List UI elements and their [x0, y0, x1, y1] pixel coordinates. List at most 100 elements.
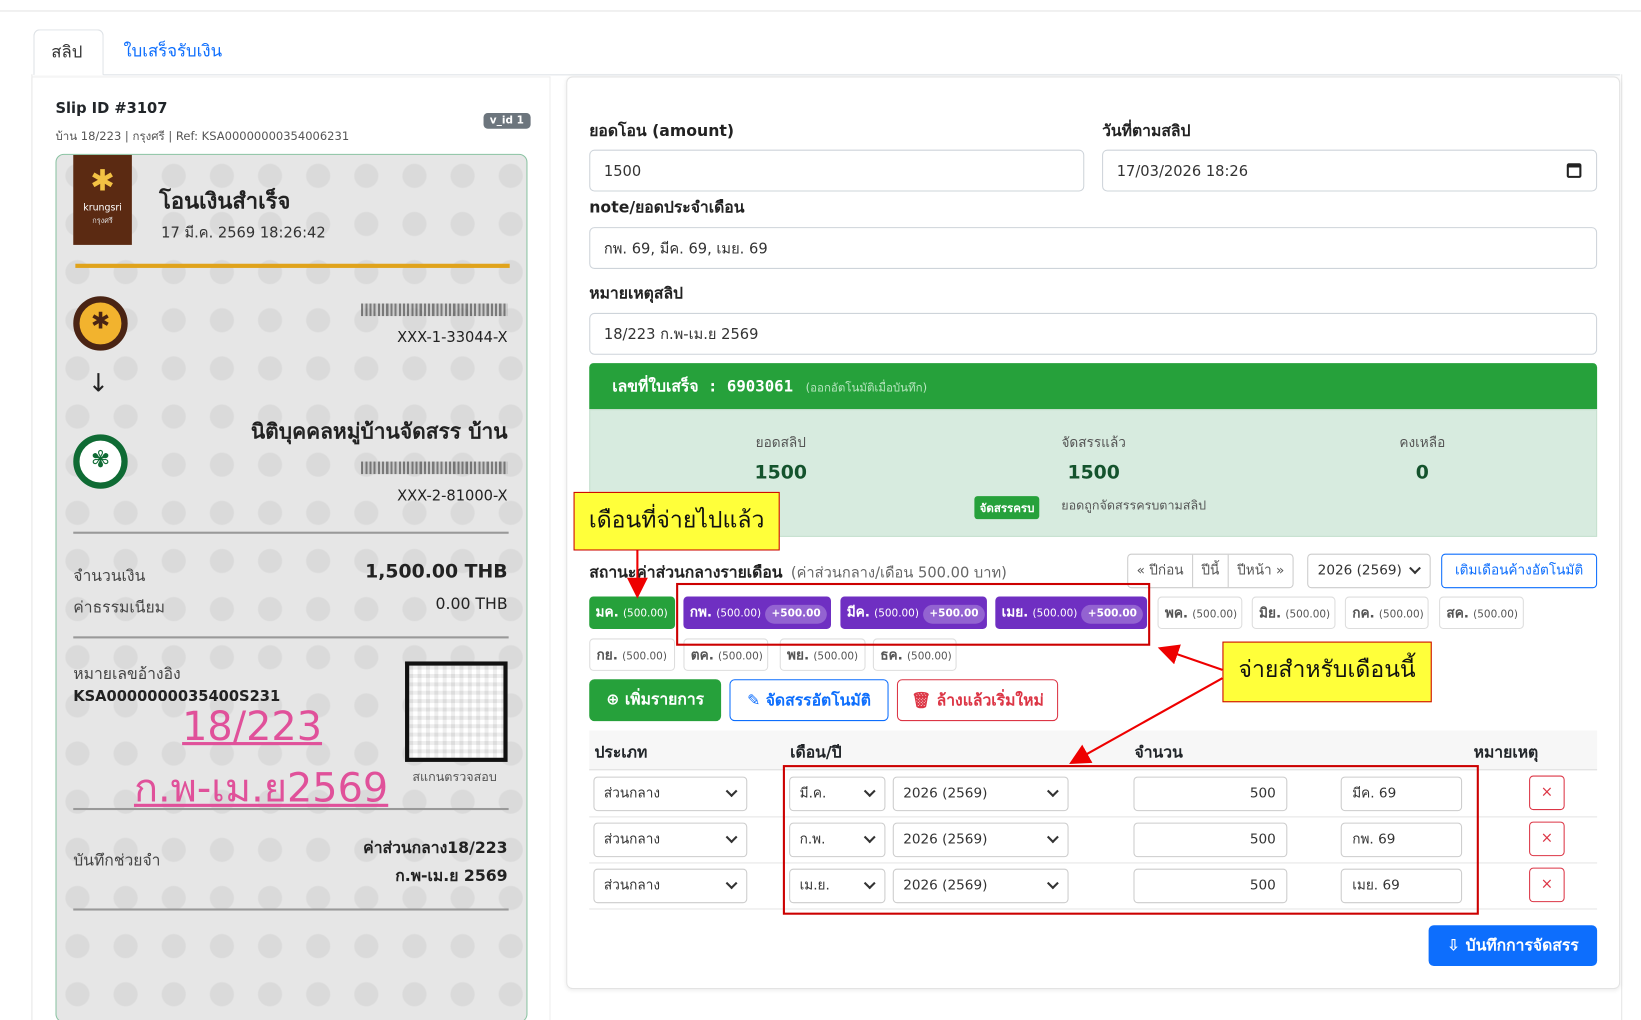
- this-year-button[interactable]: ปีนี้: [1193, 554, 1229, 588]
- month-chip-amount: (500.00): [622, 650, 667, 663]
- sender-name-redacted: [361, 303, 508, 317]
- next-year-button[interactable]: ปีหน้า »: [1229, 555, 1293, 587]
- month-chip-amount: (500.00): [1473, 609, 1518, 621]
- save-label: บันทึกการจัดสรร: [1465, 935, 1579, 955]
- summary-remain: คงเหลือ 0: [1297, 431, 1548, 483]
- remark-field-label: หมายเหตุสลิป: [589, 283, 684, 303]
- add-item-button[interactable]: ⊕ เพิ่มรายการ: [589, 679, 722, 722]
- month-chip[interactable]: พค. (500.00): [1157, 596, 1243, 630]
- qr-code: [405, 661, 508, 762]
- vid-badge: v_id 1: [483, 113, 531, 129]
- gold-divider: [75, 263, 510, 268]
- col-month: เดือน/ปี: [790, 743, 842, 762]
- bank-name: krungsri: [83, 203, 122, 214]
- month-chip-label: ธค.: [880, 647, 903, 664]
- krungsri-logo: ✱ krungsri กรุงศรี: [73, 154, 132, 245]
- year-select[interactable]: 2026 (2569): [1307, 553, 1431, 589]
- calendar-icon[interactable]: [1566, 163, 1582, 178]
- type-select-value: ส่วนกลาง: [603, 832, 660, 848]
- summary-alloc-label: จัดสรรแล้ว: [1061, 435, 1126, 452]
- amount-field-label: ยอดโอน (amount): [589, 121, 735, 141]
- delete-row-button[interactable]: ×: [1529, 867, 1565, 903]
- slip-id: Slip ID #3107: [55, 100, 168, 118]
- memo-line2: ก.พ-เม.ย 2569: [395, 866, 508, 886]
- bank-sub: กรุงศรี: [92, 216, 113, 226]
- month-chip-label: พย.: [787, 647, 810, 664]
- month-chip[interactable]: มค. (500.00): [589, 596, 676, 630]
- divider: [73, 531, 509, 534]
- ref-label: หมายเลขอ้างอิง: [73, 664, 181, 684]
- month-chip-label: มค.: [595, 604, 619, 621]
- summary-alloc: จัดสรรแล้ว 1500: [968, 431, 1219, 483]
- note-field-label: note/ยอดประจำเดือน: [589, 197, 745, 217]
- slip-subtitle: บ้าน 18/223 | กรุงศรี | Ref: KSA00000000…: [55, 129, 350, 144]
- chevron-down-icon: [725, 877, 738, 890]
- amount-value: 1,500.00 THB: [365, 560, 508, 583]
- month-chip[interactable]: สค. (500.00): [1439, 596, 1524, 630]
- date-input[interactable]: 17/03/2026 18:26: [1102, 149, 1598, 192]
- delete-row-button[interactable]: ×: [1529, 821, 1565, 857]
- amount-label: จำนวนเงิน: [73, 566, 146, 586]
- auto-allocate-button[interactable]: ✎ จัดสรรอัตโนมัติ: [729, 679, 889, 722]
- month-chip-amount: (500.00): [906, 650, 952, 663]
- autofill-arrears-button[interactable]: เติมเดือนค้างอัตโนมัติ: [1441, 553, 1598, 589]
- handwritten-house: 18/223: [182, 703, 323, 750]
- annotation-box-this: [782, 765, 1479, 915]
- summary-slip-value: 1500: [754, 461, 807, 484]
- clear-restart-button[interactable]: 🗑 ล้างแล้วเริ่มใหม่: [896, 679, 1059, 722]
- month-chip[interactable]: กค. (500.00): [1344, 596, 1429, 630]
- type-select[interactable]: ส่วนกลาง: [593, 868, 748, 904]
- save-allocation-button[interactable]: ⇩ บันทึกการจัดสรร: [1428, 925, 1598, 967]
- annotation-box-paid: [676, 582, 1151, 646]
- complete-badge: จัดสรรครบ: [974, 496, 1040, 520]
- sender-account: XXX-1-33044-X: [397, 329, 508, 347]
- date-field-label: วันที่ตามสลิป: [1102, 121, 1191, 141]
- year-nav: « ปีก่อน ปีนี้ ปีหน้า »: [1127, 553, 1294, 589]
- summary-alloc-value: 1500: [1067, 461, 1120, 484]
- slip-image: ✱ krungsri กรุงศรี โอนเงินสำเร็จ 17 มี.ค…: [55, 153, 528, 1020]
- month-chip[interactable]: มิย. (500.00): [1251, 596, 1336, 630]
- month-chip-amount: (500.00): [1378, 609, 1424, 621]
- month-chip-amount: (500.00): [1192, 609, 1238, 621]
- type-select[interactable]: ส่วนกลาง: [593, 822, 748, 858]
- memo-label: บันทึกช่วยจำ: [73, 850, 161, 870]
- receiver-name: นิติบุคคลหมู่บ้านจัดสรร บ้าน: [250, 418, 508, 444]
- transfer-status: โอนเงินสำเร็จ: [159, 188, 291, 214]
- complete-text: ยอดถูกจัดสรรครบตามสลิป: [1061, 498, 1207, 513]
- amount-input[interactable]: 1500: [589, 149, 1085, 192]
- fee-value: 0.00 THB: [435, 594, 508, 614]
- month-chip-label: ตค.: [690, 647, 714, 664]
- krungsri-mark-icon: ✱: [90, 163, 115, 198]
- col-note: หมายเหตุ: [1473, 743, 1539, 762]
- delete-row-button[interactable]: ×: [1529, 775, 1565, 811]
- summary-slip: ยอดสลิป 1500: [655, 431, 906, 483]
- receiver-name-redacted: [361, 461, 508, 475]
- auto-allocate-label: จัดสรรอัตโนมัติ: [765, 690, 871, 710]
- receipt-number: เลขที่ใบเสร็จ : 6903061: [612, 376, 794, 396]
- col-type: ประเภท: [594, 743, 648, 762]
- summary-remain-value: 0: [1415, 461, 1429, 484]
- top-divider: [0, 10, 1641, 12]
- month-chip-amount: (500.00): [622, 608, 668, 620]
- type-select-value: ส่วนกลาง: [603, 785, 660, 802]
- chevron-down-icon: [1409, 562, 1421, 575]
- chevron-down-icon: [725, 831, 738, 844]
- type-select[interactable]: ส่วนกลาง: [593, 776, 748, 812]
- note-input[interactable]: กพ. 69, มีค. 69, เมย. 69: [589, 227, 1598, 269]
- monthly-fee-note: (ค่าส่วนกลาง/เดือน 500.00 บาท): [790, 565, 1007, 582]
- month-chip-amount: (500.00): [813, 650, 859, 663]
- tab-receipt[interactable]: ใบเสร็จรับเงิน: [107, 29, 239, 75]
- month-chip-label: พค.: [1164, 605, 1189, 622]
- sender-bank-icon: ✱: [73, 296, 128, 351]
- month-chip-label: มิย.: [1259, 605, 1282, 622]
- add-item-label: เพิ่มรายการ: [624, 689, 705, 709]
- annotation-paid: เดือนที่จ่ายไปแล้ว: [573, 491, 780, 551]
- receiver-account: XXX-2-81000-X: [397, 487, 508, 505]
- month-chip-label: กย.: [596, 647, 618, 664]
- year-select-value: 2026 (2569): [1317, 563, 1402, 579]
- month-chip[interactable]: กย. (500.00): [589, 638, 676, 671]
- divider: [73, 807, 509, 811]
- monthly-status-title: สถานะค่าส่วนกลางรายเดือน (ค่าส่วนกลาง/เดื…: [589, 560, 1007, 585]
- tab-slip[interactable]: สลิป: [33, 29, 104, 76]
- remark-input[interactable]: 18/223 ก.พ-เม.ย 2569: [589, 312, 1598, 355]
